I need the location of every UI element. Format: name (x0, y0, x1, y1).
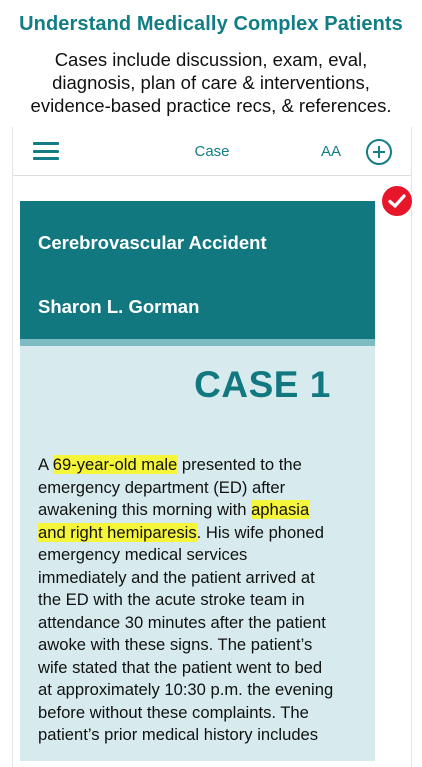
body-text: emergency department (ED) after (38, 477, 286, 497)
case-body-text[interactable]: A 69-year-old male presented to the emerg… (38, 454, 370, 747)
highlighted-text[interactable]: 69-year-old male (52, 455, 178, 474)
case-body-line: the ED with the acute stroke team in (38, 589, 370, 612)
case-author: Sharon L. Gorman (38, 296, 200, 317)
body-text: A (38, 455, 53, 474)
case-body-line: before without these complaints. The (38, 702, 370, 725)
body-text: patient’s prior medical history includes (38, 725, 319, 744)
case-body-line: patient’s prior medical history includes (38, 724, 370, 747)
case-body-line: awoke with these signs. The patient’s (38, 634, 370, 657)
case-topic-title: Cerebrovascular Accident (38, 232, 267, 253)
app-screen: Case AA Cerebrovascular Accident Sharon … (12, 127, 414, 767)
case-body-line: wife stated that the patient went to bed (38, 657, 370, 680)
case-body-line: and right hemiparesis. His wife phoned (38, 522, 370, 545)
header-divider (20, 339, 375, 346)
body-text: awakening this morning with (38, 500, 252, 519)
body-text: awoke with these signs. The patient’s (38, 635, 313, 654)
top-navbar: Case AA (13, 127, 411, 176)
checkmark-icon[interactable] (380, 184, 414, 218)
case-header: Cerebrovascular Accident Sharon L. Gorma… (20, 201, 375, 346)
case-body-line: attendance 30 minutes after the patient (38, 612, 370, 635)
case-number-heading: CASE 1 (194, 364, 331, 405)
highlighted-text[interactable]: and right hemiparesis (38, 522, 197, 542)
body-text: attendance 30 minutes after the patient (38, 612, 326, 632)
body-text: emergency medical services (38, 545, 248, 564)
case-body-line: at approximately 10:30 p.m. the evening (38, 679, 370, 702)
promo-title: Understand Medically Complex Patients (19, 13, 403, 35)
body-text: presented to the (177, 455, 302, 474)
case-page: Cerebrovascular Accident Sharon L. Gorma… (20, 201, 375, 761)
promo-subtitle-line: diagnosis, plan of care & interventions, (52, 72, 370, 93)
case-body-line: awakening this morning with aphasia (38, 499, 370, 522)
case-body-line: A 69-year-old male presented to the (38, 454, 370, 477)
font-size-button[interactable]: AA (321, 143, 341, 160)
promo-subtitle-line: evidence-based practice recs, & referenc… (30, 95, 392, 116)
body-text: . His wife phoned (196, 522, 324, 542)
case-body-line: immediately and the patient arrived at (38, 567, 370, 590)
body-text: at approximately 10:30 p.m. the evening (38, 680, 334, 699)
body-text: the ED with the acute stroke team in (38, 590, 305, 609)
body-text: immediately and the patient arrived at (38, 567, 315, 587)
add-plus-icon[interactable] (366, 139, 392, 165)
promo-subtitle-line: Cases include discussion, exam, eval, (54, 49, 368, 70)
hamburger-menu-icon[interactable] (33, 142, 59, 160)
case-body-line: emergency medical services (38, 544, 370, 567)
nav-title: Case (194, 143, 230, 160)
promo-subtitle: Cases include discussion, exam, eval, di… (0, 48, 422, 117)
highlighted-text[interactable]: aphasia (251, 500, 310, 519)
body-text: wife stated that the patient went to bed (38, 657, 323, 677)
body-text: before without these complaints. The (38, 702, 309, 722)
case-body-line: emergency department (ED) after (38, 477, 370, 500)
